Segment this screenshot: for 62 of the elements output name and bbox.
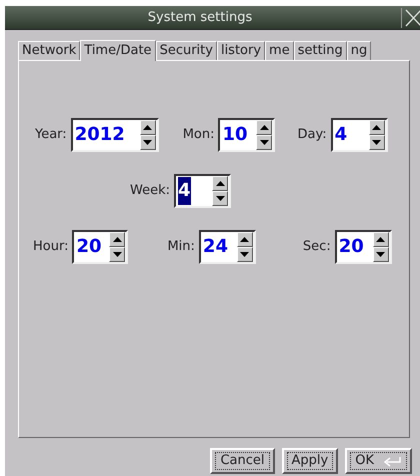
spin-value: 2012 — [74, 123, 125, 147]
up-arrow-icon — [240, 237, 250, 242]
dialog-button[interactable]: Cancel — [210, 448, 275, 474]
spin-up-button[interactable] — [236, 232, 253, 247]
spin-value: 24 — [202, 235, 228, 259]
tab[interactable]: me — [265, 41, 294, 60]
enter-icon — [382, 456, 402, 466]
spin-down-button[interactable] — [109, 247, 126, 262]
up-arrow-icon — [143, 125, 152, 130]
ok-button[interactable]: OK — [345, 448, 412, 474]
spin-value: 20 — [76, 235, 102, 259]
spin-up-button[interactable] — [212, 176, 228, 191]
down-arrow-icon — [372, 140, 382, 145]
spin-box[interactable]: 20 — [72, 230, 128, 264]
spin-down-button[interactable] — [368, 135, 385, 150]
down-arrow-icon — [260, 140, 269, 145]
spin-box[interactable]: 20 — [334, 230, 392, 264]
tab[interactable]: Network — [18, 41, 80, 60]
tab[interactable]: ng — [346, 41, 372, 60]
spin-box[interactable]: 4 — [174, 174, 231, 208]
tab[interactable]: setting — [294, 41, 347, 60]
field-label: Sec: — [302, 238, 331, 256]
spin-up-button[interactable] — [109, 232, 126, 247]
down-arrow-icon — [376, 252, 386, 257]
field-label: Week: — [130, 182, 170, 200]
up-arrow-icon — [376, 237, 386, 242]
spin-down-button[interactable] — [372, 247, 389, 262]
down-arrow-icon — [143, 140, 152, 145]
field-label: Min: — [167, 238, 195, 256]
spin-down-button[interactable] — [256, 135, 272, 150]
field-label: Mon: — [182, 126, 214, 144]
spin-value: 20 — [338, 235, 364, 259]
spin-box[interactable]: 2012 — [70, 118, 159, 152]
down-arrow-icon — [240, 252, 250, 257]
spin-up-button[interactable] — [140, 120, 156, 135]
dialog-button[interactable]: Apply — [282, 448, 338, 474]
window-title: System settings — [146, 8, 254, 27]
close-icon[interactable] — [405, 9, 420, 27]
spin-down-button[interactable] — [212, 191, 228, 206]
down-arrow-icon — [216, 196, 224, 201]
spin-down-button[interactable] — [236, 247, 253, 262]
tab[interactable]: Time/Date — [80, 40, 156, 61]
up-arrow-icon — [216, 181, 224, 186]
spin-value: 10 — [222, 123, 248, 147]
spin-box[interactable]: 4 — [330, 118, 388, 152]
spin-box[interactable]: 10 — [218, 118, 276, 152]
spin-value: 4 — [334, 123, 348, 147]
down-arrow-icon — [112, 252, 122, 257]
up-arrow-icon — [112, 237, 122, 242]
spin-up-button[interactable] — [372, 232, 389, 247]
tab[interactable]: Security — [156, 41, 217, 60]
spin-down-button[interactable] — [140, 135, 156, 150]
field-label: Year: — [35, 126, 67, 144]
field-label: Hour: — [33, 238, 68, 256]
up-arrow-icon — [372, 125, 382, 130]
spin-box[interactable]: 24 — [198, 230, 256, 264]
tab[interactable]: listory — [216, 41, 266, 60]
spin-up-button[interactable] — [256, 120, 272, 135]
field-label: Day: — [297, 126, 327, 144]
up-arrow-icon — [260, 125, 269, 130]
spin-up-button[interactable] — [368, 120, 385, 135]
spin-value: 4 — [178, 177, 191, 205]
